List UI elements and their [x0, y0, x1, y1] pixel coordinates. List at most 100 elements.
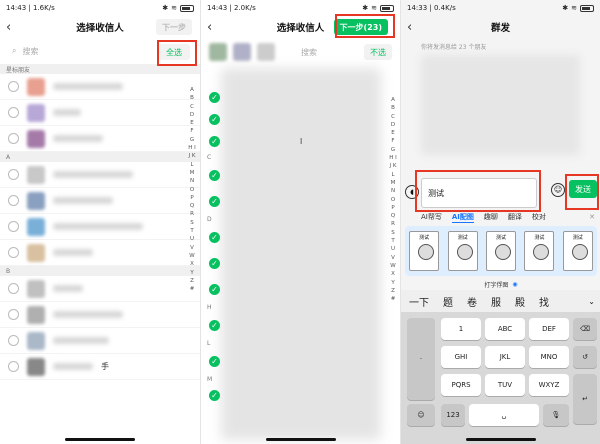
search-input[interactable]: 搜索 — [301, 47, 317, 58]
mic-icon[interactable]: 🎙 — [543, 404, 569, 426]
sticker-item[interactable]: 测试 — [485, 231, 516, 271]
contact-row[interactable]: ✓ — [201, 312, 400, 338]
contact-row[interactable] — [0, 276, 200, 302]
back-icon[interactable]: ‹ — [407, 20, 412, 35]
back-icon[interactable]: ‹ — [207, 20, 212, 35]
contact-row[interactable] — [0, 328, 200, 354]
sticker-item[interactable]: 测试 — [409, 231, 440, 271]
check-icon[interactable]: ✓ — [209, 355, 220, 367]
radio-button[interactable] — [8, 335, 19, 346]
candidate[interactable]: 殿 — [515, 294, 525, 309]
key-abc[interactable]: ABC — [485, 318, 525, 340]
contact-row[interactable]: ✓ — [201, 188, 400, 214]
key-pqrs[interactable]: PQRS — [441, 374, 481, 396]
sticker-item[interactable]: 测试 — [562, 231, 593, 271]
wifi-icon: ≋ — [171, 4, 177, 12]
candidate[interactable]: 卷 — [467, 294, 477, 309]
contact-row[interactable]: ✓ l — [201, 130, 400, 152]
radio-button[interactable] — [8, 361, 19, 372]
check-icon[interactable]: ✓ — [209, 195, 220, 207]
contact-row[interactable] — [0, 302, 200, 328]
tool-fun-chat[interactable]: 趣聊 — [484, 212, 498, 222]
radio-button[interactable] — [8, 283, 19, 294]
sticker-item[interactable]: 测试 — [524, 231, 555, 271]
radio-button[interactable] — [8, 309, 19, 320]
select-all-button[interactable]: 全选 — [158, 44, 190, 60]
check-icon[interactable]: ✓ — [209, 113, 220, 125]
tool-proofread[interactable]: 校对 — [532, 212, 546, 222]
alphabet-index[interactable]: A B C D E F G H I J K L M N O P Q R S T … — [188, 86, 196, 293]
candidate[interactable]: 题 — [443, 294, 453, 309]
radio-button[interactable] — [8, 133, 19, 144]
contact-row[interactable] — [0, 74, 200, 100]
contact-row[interactable]: ✓ — [201, 108, 400, 130]
clear-icon[interactable]: ↺ — [573, 346, 597, 368]
section-h: H — [207, 303, 212, 311]
search-input[interactable]: 搜索 — [22, 46, 38, 57]
contact-row[interactable] — [0, 240, 200, 266]
sticker-item[interactable]: 测试 — [447, 231, 478, 271]
emoji-key-icon[interactable]: ☺ — [407, 404, 435, 426]
punctuation-key[interactable]: · — [407, 318, 435, 400]
radio-button[interactable] — [8, 221, 19, 232]
check-icon[interactable]: ✓ — [209, 91, 220, 103]
delete-icon[interactable]: ⌫ — [573, 318, 597, 340]
voice-icon[interactable]: ◖ — [405, 185, 419, 199]
emoji-icon[interactable]: ☺ — [551, 183, 565, 197]
key-wxyz[interactable]: WXYZ — [529, 374, 569, 396]
candidate[interactable]: 一下 — [409, 294, 429, 309]
contact-row[interactable] — [0, 188, 200, 214]
back-icon[interactable]: ‹ — [6, 20, 11, 35]
send-button[interactable]: 发送 — [569, 180, 597, 198]
typing-sticker-label[interactable]: 打字俘图 — [484, 280, 508, 289]
close-icon[interactable]: ✕ — [589, 213, 595, 221]
key-jkl[interactable]: JKL — [485, 346, 525, 368]
check-icon[interactable]: ✓ — [209, 389, 220, 401]
alphabet-index[interactable]: A B C D E F G H I J K L M N O P Q R S T … — [389, 96, 397, 303]
deselect-all-button[interactable]: 不选 — [364, 44, 392, 60]
next-button[interactable]: 下一步 — [156, 19, 192, 35]
contact-row[interactable] — [0, 162, 200, 188]
radio-button[interactable] — [8, 247, 19, 258]
contact-row[interactable]: ✓ — [201, 224, 400, 250]
check-icon[interactable]: ✓ — [209, 231, 220, 243]
contact-row[interactable] — [0, 100, 200, 126]
contact-row[interactable]: ✓ — [201, 384, 400, 406]
key-1[interactable]: 1 — [441, 318, 481, 340]
key-def[interactable]: DEF — [529, 318, 569, 340]
key-ghi[interactable]: GHI — [441, 346, 481, 368]
check-icon[interactable]: ✓ — [209, 135, 220, 147]
contact-row[interactable]: ✓ — [201, 250, 400, 276]
enter-icon[interactable]: ↵ — [573, 374, 597, 424]
radio-button[interactable] — [8, 169, 19, 180]
contact-row[interactable]: 手 — [0, 354, 200, 380]
candidate[interactable]: 找 — [539, 294, 549, 309]
contact-row[interactable] — [0, 126, 200, 152]
check-icon[interactable]: ✓ — [209, 257, 220, 269]
space-icon[interactable]: ␣ — [469, 404, 539, 426]
check-icon[interactable]: ✓ — [209, 283, 220, 295]
radio-button[interactable] — [8, 107, 19, 118]
next-button[interactable]: 下一步(23) — [333, 19, 388, 35]
radio-button[interactable] — [8, 81, 19, 92]
contact-row[interactable]: ✓ — [201, 276, 400, 302]
tool-translate[interactable]: 翻译 — [508, 212, 522, 222]
expand-icon[interactable]: ⌄ — [588, 297, 595, 306]
contact-row[interactable] — [0, 214, 200, 240]
key-123[interactable]: 123 — [441, 404, 465, 426]
key-tuv[interactable]: TUV — [485, 374, 525, 396]
tool-ai-write[interactable]: AI帮写 — [421, 212, 442, 222]
cloud-row: 打字俘图 ◉ — [401, 278, 600, 290]
key-mno[interactable]: MNO — [529, 346, 569, 368]
keyboard: 一下 题 卷 服 殿 找 ⌄ · 1 ABC DEF ⌫ GHI JKL MNO… — [401, 290, 600, 444]
radio-button[interactable] — [8, 195, 19, 206]
contact-row[interactable]: ✓ — [201, 86, 400, 108]
check-icon[interactable]: ✓ — [209, 319, 220, 331]
candidate[interactable]: 服 — [491, 294, 501, 309]
contact-row[interactable]: ✓ — [201, 348, 400, 374]
battery-icon — [380, 4, 394, 12]
check-icon[interactable]: ✓ — [209, 169, 220, 181]
message-input[interactable]: 测试 — [421, 178, 537, 208]
contact-row[interactable]: ✓ — [201, 162, 400, 188]
tool-ai-image[interactable]: AI配图 — [451, 212, 474, 223]
